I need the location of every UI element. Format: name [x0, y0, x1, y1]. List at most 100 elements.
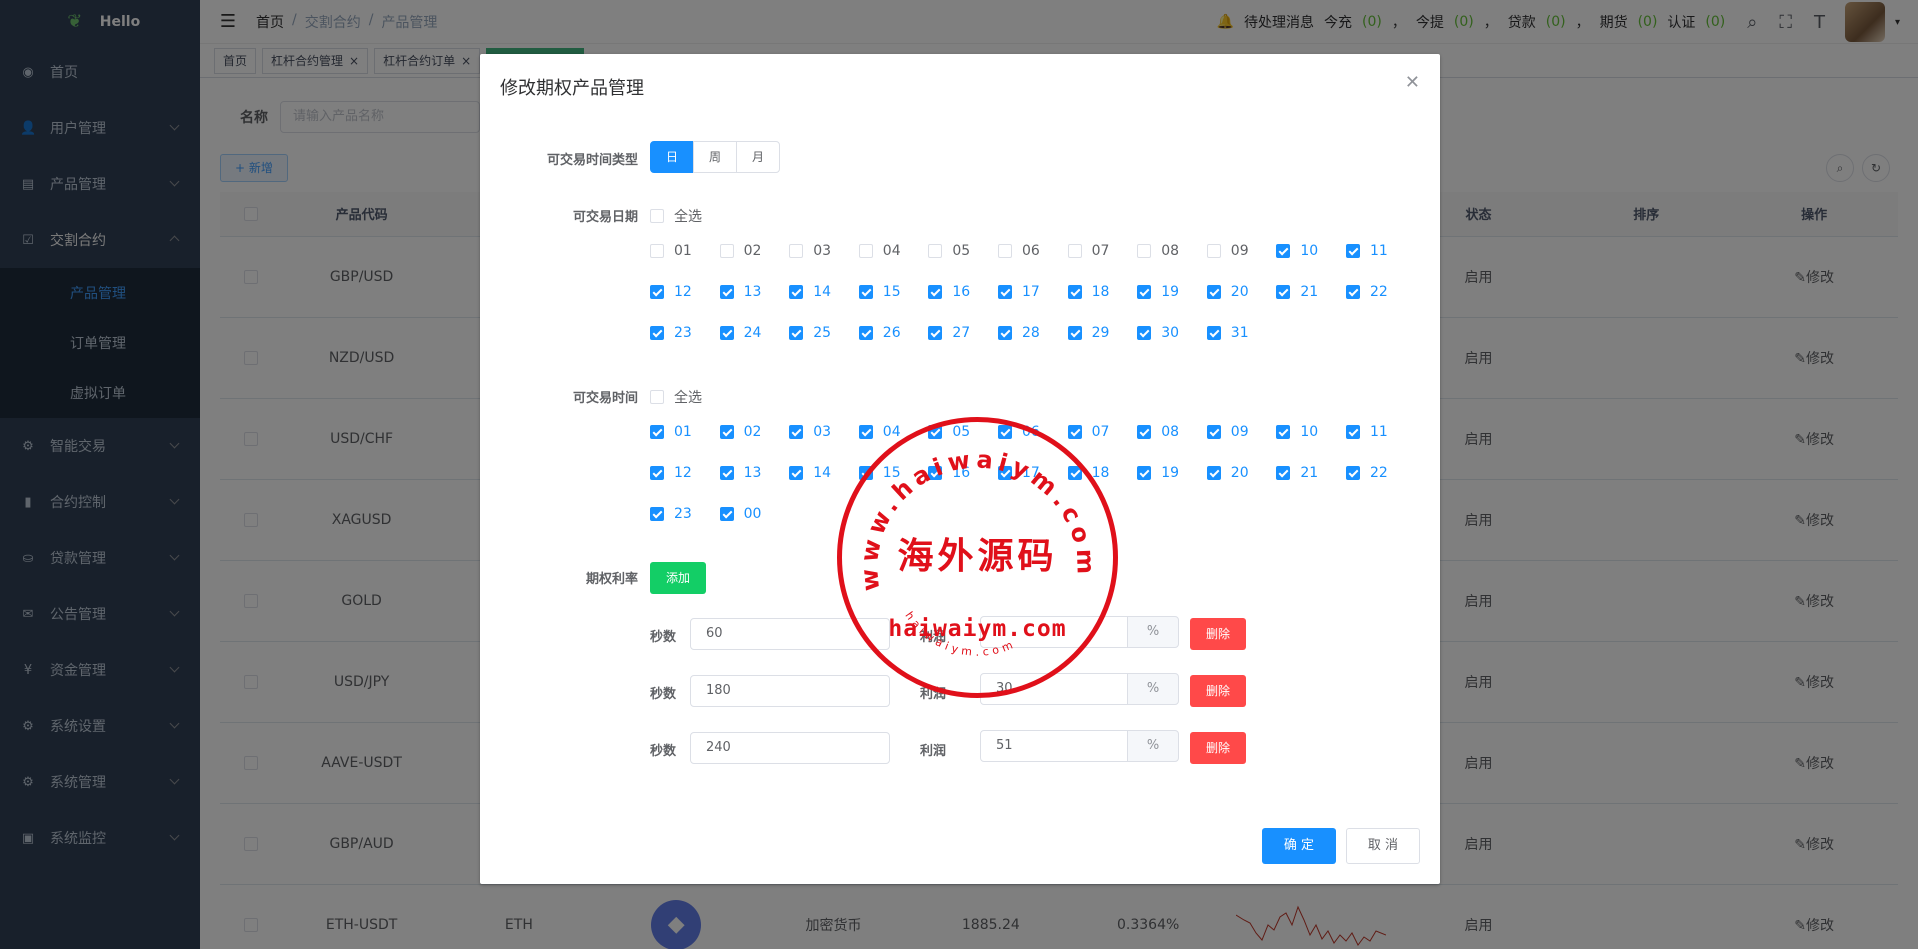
- hour-checkbox[interactable]: 01: [650, 424, 692, 440]
- checkbox[interactable]: [789, 285, 804, 299]
- date-checkbox[interactable]: 02: [719, 243, 761, 259]
- hour-checkbox[interactable]: 18: [1067, 465, 1109, 481]
- checkbox[interactable]: [1067, 425, 1082, 439]
- hour-checkbox[interactable]: 09: [1206, 424, 1249, 440]
- date-checkbox[interactable]: 03: [789, 243, 831, 259]
- checkbox[interactable]: [858, 285, 873, 299]
- checkbox[interactable]: [789, 326, 804, 340]
- date-checkbox[interactable]: 13: [719, 284, 761, 300]
- checkbox[interactable]: [928, 466, 943, 480]
- checkbox[interactable]: [1137, 425, 1152, 439]
- date-checkbox[interactable]: 24: [719, 325, 761, 341]
- date-checkbox[interactable]: 30: [1137, 325, 1179, 341]
- date-checkbox[interactable]: 06: [998, 243, 1040, 259]
- checkbox[interactable]: [1137, 326, 1152, 340]
- hour-checkbox[interactable]: 11: [1346, 424, 1388, 440]
- date-checkbox[interactable]: 25: [789, 325, 831, 341]
- seconds-input[interactable]: 60: [690, 618, 890, 650]
- hour-checkbox[interactable]: 00: [719, 506, 761, 522]
- checkbox[interactable]: [1067, 285, 1082, 299]
- checkbox[interactable]: [789, 425, 804, 439]
- profit-input[interactable]: 30: [980, 673, 1128, 705]
- checkbox[interactable]: [998, 326, 1012, 340]
- date-checkbox[interactable]: 09: [1206, 243, 1249, 259]
- checkbox[interactable]: [1276, 285, 1291, 299]
- hour-checkbox[interactable]: 16: [928, 465, 970, 481]
- checkbox[interactable]: [650, 507, 664, 521]
- checkbox[interactable]: [789, 244, 804, 258]
- checkbox[interactable]: [1346, 244, 1360, 258]
- date-checkbox[interactable]: 07: [1067, 243, 1109, 259]
- hour-checkbox[interactable]: 10: [1276, 424, 1318, 440]
- time-type-week[interactable]: 周: [693, 141, 738, 173]
- date-checkbox[interactable]: 01: [650, 243, 692, 259]
- checkbox[interactable]: [928, 244, 943, 258]
- date-checkbox[interactable]: 23: [650, 325, 692, 341]
- checkbox[interactable]: [998, 466, 1012, 480]
- hour-checkbox[interactable]: 04: [858, 424, 901, 440]
- date-checkbox[interactable]: 14: [789, 284, 831, 300]
- checkbox[interactable]: [789, 466, 804, 480]
- hour-checkbox[interactable]: 22: [1346, 465, 1388, 481]
- checkbox[interactable]: [719, 466, 734, 480]
- date-checkbox[interactable]: 04: [858, 243, 901, 259]
- checkbox[interactable]: [650, 466, 664, 480]
- hour-checkbox[interactable]: 23: [650, 506, 692, 522]
- date-checkbox[interactable]: 31: [1206, 325, 1249, 341]
- checkbox[interactable]: [928, 326, 943, 340]
- checkbox[interactable]: [1206, 326, 1221, 340]
- confirm-button[interactable]: 确 定: [1262, 828, 1336, 864]
- date-checkbox[interactable]: 20: [1206, 284, 1249, 300]
- delete-rate-button[interactable]: 删除: [1190, 618, 1246, 650]
- date-checkbox[interactable]: 12: [650, 284, 692, 300]
- hour-checkbox[interactable]: 19: [1137, 465, 1179, 481]
- date-checkbox[interactable]: 05: [928, 243, 970, 259]
- checkbox[interactable]: [1206, 466, 1221, 480]
- hours-select-all-checkbox[interactable]: 全选: [650, 387, 702, 407]
- checkbox[interactable]: [1137, 285, 1152, 299]
- delete-rate-button[interactable]: 删除: [1190, 675, 1246, 707]
- time-type-day[interactable]: 日: [650, 141, 695, 173]
- date-checkbox[interactable]: 17: [998, 284, 1040, 300]
- checkbox[interactable]: [1346, 425, 1360, 439]
- seconds-input[interactable]: 240: [690, 732, 890, 764]
- checkbox[interactable]: [1276, 466, 1291, 480]
- checkbox[interactable]: [719, 285, 734, 299]
- date-checkbox[interactable]: 21: [1276, 284, 1318, 300]
- checkbox[interactable]: [998, 285, 1012, 299]
- profit-input[interactable]: [980, 616, 1128, 648]
- hour-checkbox[interactable]: 08: [1137, 424, 1179, 440]
- checkbox[interactable]: [650, 244, 664, 258]
- date-checkbox[interactable]: 11: [1346, 243, 1388, 259]
- date-checkbox[interactable]: 29: [1067, 325, 1109, 341]
- checkbox[interactable]: [1067, 244, 1082, 258]
- checkbox[interactable]: [998, 244, 1012, 258]
- checkbox[interactable]: [998, 425, 1012, 439]
- date-checkbox[interactable]: 27: [928, 325, 970, 341]
- checkbox[interactable]: [928, 285, 943, 299]
- checkbox[interactable]: [650, 390, 664, 404]
- checkbox[interactable]: [858, 425, 873, 439]
- checkbox[interactable]: [650, 285, 664, 299]
- hour-checkbox[interactable]: 20: [1206, 465, 1249, 481]
- checkbox[interactable]: [719, 425, 734, 439]
- checkbox[interactable]: [719, 507, 734, 521]
- date-checkbox[interactable]: 22: [1346, 284, 1388, 300]
- checkbox[interactable]: [719, 326, 734, 340]
- checkbox[interactable]: [1276, 425, 1291, 439]
- checkbox[interactable]: [1137, 466, 1152, 480]
- date-checkbox[interactable]: 28: [998, 325, 1040, 341]
- checkbox[interactable]: [1067, 326, 1082, 340]
- date-checkbox[interactable]: 19: [1137, 284, 1179, 300]
- date-checkbox[interactable]: 26: [858, 325, 901, 341]
- hour-checkbox[interactable]: 15: [858, 465, 901, 481]
- delete-rate-button[interactable]: 删除: [1190, 732, 1246, 764]
- hour-checkbox[interactable]: 14: [789, 465, 831, 481]
- checkbox[interactable]: [858, 326, 873, 340]
- checkbox[interactable]: [1276, 244, 1291, 258]
- hour-checkbox[interactable]: 13: [719, 465, 761, 481]
- date-checkbox[interactable]: 16: [928, 284, 970, 300]
- hour-checkbox[interactable]: 02: [719, 424, 761, 440]
- profit-input[interactable]: 51: [980, 730, 1128, 762]
- hour-checkbox[interactable]: 21: [1276, 465, 1318, 481]
